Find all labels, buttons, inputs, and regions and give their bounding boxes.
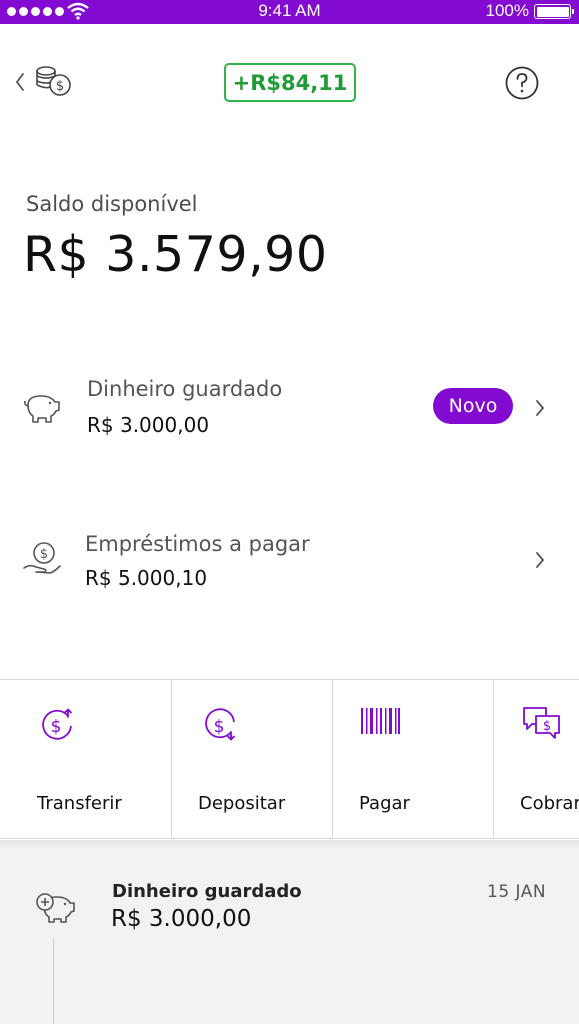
shortcut-label: Transferir [37, 793, 122, 814]
savings-title: Dinheiro guardado [87, 377, 283, 401]
help-icon[interactable] [504, 65, 540, 101]
shortcuts-bar: $ Transferir $ Depositar Pagar $ Cobrar [0, 679, 579, 839]
shortcut-label: Depositar [198, 793, 286, 814]
loans-row[interactable]: $ Empréstimos a pagar R$ 5.000,10 [0, 516, 579, 606]
shortcut-charge[interactable]: $ Cobrar [494, 680, 579, 839]
loans-value: R$ 5.000,10 [85, 566, 208, 590]
timeline-line [53, 938, 54, 1024]
svg-text:$: $ [56, 79, 64, 94]
piggy-bank-icon [24, 395, 60, 423]
charge-icon: $ [523, 707, 560, 739]
savings-value: R$ 3.000,00 [87, 413, 210, 437]
shortcut-deposit[interactable]: $ Depositar [172, 680, 333, 839]
chevron-right-icon [536, 552, 545, 568]
battery-icon [534, 4, 574, 19]
shortcut-label: Cobrar [520, 793, 579, 814]
balance-change-badge[interactable]: +R$84,11 [224, 63, 356, 102]
feed-divider [0, 840, 579, 850]
back-chevron-icon[interactable] [14, 70, 26, 94]
svg-text:$: $ [40, 547, 48, 562]
shortcut-transfer[interactable]: $ Transferir [0, 680, 172, 839]
barcode-icon [361, 708, 400, 734]
deposit-icon: $ [205, 708, 235, 741]
svg-text:$: $ [543, 719, 551, 734]
transfer-icon: $ [42, 708, 72, 740]
new-badge: Novo [433, 388, 513, 424]
shortcut-label: Pagar [359, 793, 410, 814]
chevron-right-icon [536, 400, 545, 416]
loans-title: Empréstimos a pagar [85, 532, 310, 556]
balance-label: Saldo disponível [26, 192, 198, 216]
piggy-bank-add-icon [36, 893, 75, 923]
svg-text:$: $ [51, 717, 62, 737]
feed-item-value: R$ 3.000,00 [111, 906, 252, 932]
feed-item-title: Dinheiro guardado [112, 881, 302, 902]
feed-item-date: 15 JAN [487, 882, 547, 902]
svg-text:$: $ [214, 717, 225, 737]
battery-percentage: 100% [485, 1, 529, 20]
activity-feed [0, 840, 579, 1024]
coins-icon[interactable]: $ [34, 63, 74, 99]
shortcut-pay[interactable]: Pagar [333, 680, 494, 839]
status-bar: 9:41 AM 100% [0, 0, 579, 24]
balance-value: R$ 3.579,90 [23, 226, 328, 283]
loan-hand-coin-icon: $ [23, 542, 61, 574]
